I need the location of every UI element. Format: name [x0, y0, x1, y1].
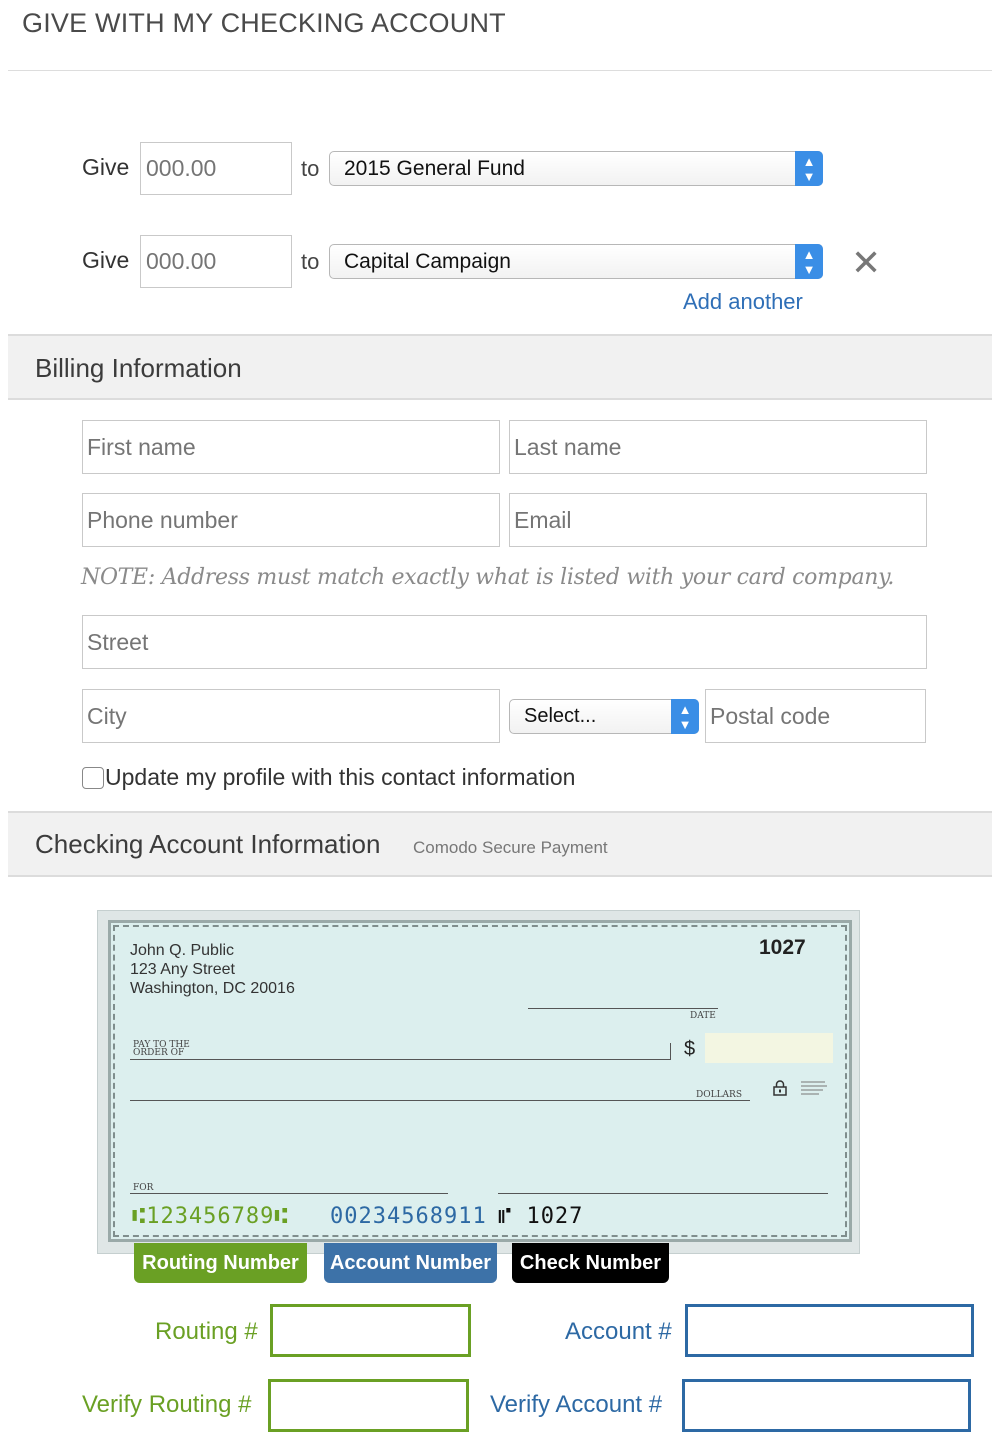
dollars-line [130, 1100, 750, 1101]
gift-amount-input[interactable] [140, 235, 292, 288]
date-line [528, 1008, 718, 1009]
payee-line-end [670, 1043, 671, 1060]
routing-label: Routing # [155, 1318, 258, 1345]
verify-account-label: Verify Account # [490, 1391, 663, 1418]
add-another-link[interactable]: Add another [683, 289, 803, 315]
check-name: John Q. Public [130, 942, 235, 959]
account-label: Account # [565, 1318, 672, 1345]
check-number-tag: Check Number [512, 1243, 669, 1283]
order-of-label: ORDER OF [133, 1048, 185, 1058]
date-label: DATE [690, 1011, 716, 1021]
fund-select[interactable]: 2015 General Fund ▲ ▼ [329, 151, 823, 186]
dollar-sign: $ [684, 1038, 696, 1060]
check-micr: ⑈ 1027 [498, 1204, 584, 1229]
update-profile-label: Update my profile with this contact info… [105, 764, 576, 790]
to-label: to [301, 249, 320, 274]
dollars-label: DOLLARS [696, 1090, 742, 1100]
fund-select-value: 2015 General Fund [344, 157, 525, 180]
state-select[interactable]: Select... ▲ ▼ [509, 699, 699, 734]
updown-chevron-icon: ▲ ▼ [795, 244, 823, 279]
verify-account-input[interactable] [682, 1379, 971, 1432]
for-label: FOR [133, 1183, 154, 1193]
amount-box [705, 1033, 833, 1063]
verify-routing-input[interactable] [268, 1379, 469, 1432]
account-micr: 00234568911 [330, 1204, 487, 1229]
routing-number-tag: Routing Number [134, 1243, 307, 1283]
email-field[interactable] [509, 493, 927, 547]
account-number-input[interactable] [685, 1304, 974, 1357]
gift-amount-input[interactable] [140, 142, 292, 195]
check-number: 1027 [759, 936, 806, 959]
fund-select-value: Capital Campaign [344, 250, 511, 273]
give-label: Give [82, 154, 130, 180]
close-icon[interactable]: ✕ [851, 246, 881, 282]
city-field[interactable] [82, 689, 500, 743]
divider [8, 70, 992, 71]
address-note: NOTE: Address must match exactly what is… [81, 565, 895, 590]
updown-chevron-icon: ▲ ▼ [795, 151, 823, 186]
security-features-icon [801, 1080, 829, 1098]
lock-icon [773, 1080, 787, 1096]
account-number-tag: Account Number [324, 1243, 497, 1283]
verify-routing-label: Verify Routing # [82, 1391, 252, 1418]
phone-field[interactable] [82, 493, 500, 547]
updown-chevron-icon: ▲ ▼ [671, 699, 699, 734]
routing-micr: ⑆123456789⑆ [132, 1204, 289, 1229]
routing-number-input[interactable] [270, 1304, 471, 1357]
memo-line [130, 1193, 448, 1194]
checking-title: Checking Account Information [35, 829, 381, 859]
street-field[interactable] [82, 615, 927, 669]
page-title: GIVE WITH MY CHECKING ACCOUNT [22, 8, 506, 38]
give-label: Give [82, 247, 130, 273]
state-select-value: Select... [524, 705, 597, 727]
check-street: 123 Any Street [130, 961, 235, 978]
first-name-field[interactable] [82, 420, 500, 474]
last-name-field[interactable] [509, 420, 927, 474]
postal-code-field[interactable] [705, 689, 926, 743]
secure-payment-label: Comodo Secure Payment [413, 838, 608, 857]
check-city: Washington, DC 20016 [130, 980, 295, 997]
payee-line [130, 1059, 670, 1060]
billing-title: Billing Information [35, 353, 242, 383]
to-label: to [301, 156, 320, 181]
signature-line [498, 1193, 828, 1194]
update-profile-checkbox[interactable] [82, 767, 104, 789]
fund-select[interactable]: Capital Campaign ▲ ▼ [329, 244, 823, 279]
